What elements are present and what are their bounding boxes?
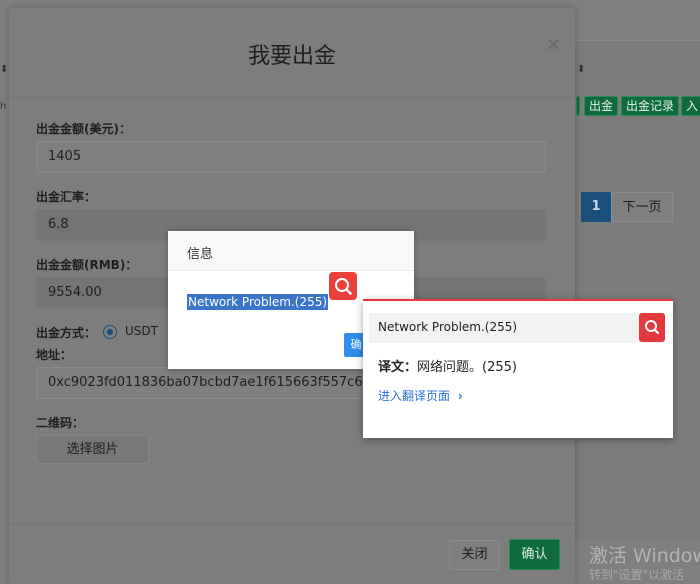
- info-dialog-header: 信息: [168, 231, 414, 271]
- background-text-fragment: h: [0, 101, 7, 112]
- translate-result-text: 网络问题。(255): [417, 360, 517, 375]
- modal-close-icon[interactable]: ×: [546, 34, 561, 55]
- modal-title: 我要出金: [247, 44, 336, 69]
- search-icon: [645, 320, 660, 335]
- withdraw-record-button[interactable]: 出金记录: [621, 96, 680, 116]
- amount-usd-input[interactable]: 1405: [36, 141, 546, 173]
- sort-icon: ⬍: [0, 64, 9, 75]
- sort-icon: ⬍: [577, 64, 586, 75]
- method-usdt-radio[interactable]: [103, 325, 117, 339]
- method-label: 出金方式：: [36, 326, 97, 340]
- translate-page-link[interactable]: 进入翻译页面 ›: [378, 387, 463, 404]
- translate-query-bar[interactable]: Network Problem.(255): [369, 313, 665, 343]
- amount-usd-label: 出金金额(美元)：: [36, 122, 131, 136]
- qrcode-label: 二维码：: [36, 416, 85, 430]
- choose-image-button[interactable]: 选择图片: [36, 435, 149, 464]
- close-button[interactable]: 关闭: [449, 540, 500, 570]
- translate-result-label: 译文：: [378, 360, 418, 375]
- amount-rmb-label: 出金金额(RMB)：: [36, 258, 138, 272]
- pager-current-page[interactable]: 1: [581, 192, 611, 222]
- modal-header: 我要出金 ×: [9, 8, 575, 98]
- background-button-edge: [576, 96, 580, 116]
- windows-activate-title: 激活 Windows: [589, 545, 700, 567]
- translate-popup: Network Problem.(255) 译文：网络问题。(255) 进入翻译…: [363, 299, 673, 438]
- confirm-button[interactable]: 确认: [509, 539, 560, 570]
- withdraw-button[interactable]: 出金: [584, 96, 619, 116]
- translate-query-text: Network Problem.(255): [378, 320, 518, 334]
- translate-result: 译文：网络问题。(255): [378, 356, 517, 375]
- translate-page-link-text[interactable]: 进入翻译页面: [378, 389, 450, 403]
- info-dialog-message: Network Problem.(255): [187, 294, 329, 310]
- deposit-button[interactable]: 入: [681, 96, 700, 116]
- address-label: 地址：: [36, 348, 73, 362]
- background-divider: [575, 40, 700, 41]
- chevron-right-icon: ›: [457, 389, 463, 403]
- info-dialog-title: 信息: [187, 247, 214, 262]
- windows-activate-subtitle: 转到"设置"以激活: [589, 568, 685, 582]
- method-usdt-label[interactable]: USDT: [125, 324, 158, 338]
- translate-search-button[interactable]: [639, 313, 665, 342]
- magnifier-icon: [335, 278, 352, 295]
- pager-next-button[interactable]: 下一页: [611, 192, 673, 222]
- rate-label: 出金汇率：: [36, 190, 97, 204]
- translate-search-icon[interactable]: [329, 272, 357, 300]
